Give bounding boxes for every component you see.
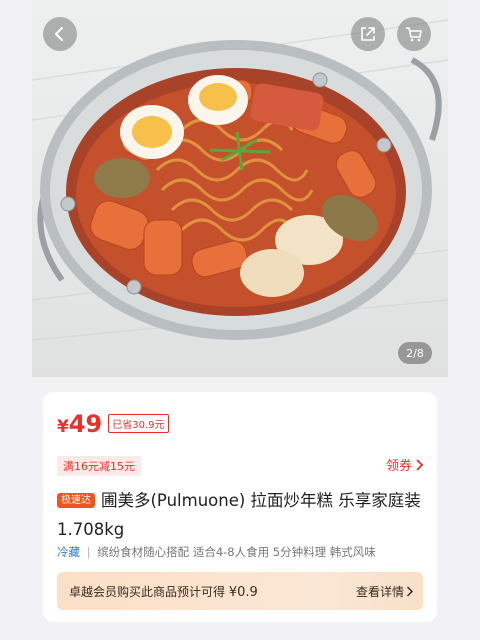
member-details-link[interactable]: 查看详情 <box>356 583 413 600</box>
share-icon <box>361 27 375 41</box>
rabokki-pan-image <box>32 19 448 341</box>
price-value: 49 <box>68 410 103 438</box>
meta-separator: | <box>86 545 91 559</box>
product-title: 极速达 圃美多(Pulmuone) 拉面炒年糕 乐享家庭装 1.708kg <box>57 486 423 544</box>
member-text-label: 卓越会员购买此商品预计可得 <box>69 585 226 599</box>
member-banner[interactable]: 卓越会员购买此商品预计可得 ¥0.9 查看详情 <box>57 572 423 610</box>
features-text: 缤纷食材随心搭配 适合4-8人食用 5分钟料理 韩式风味 <box>97 545 376 559</box>
price-row: ¥ 49 已省30.9元 <box>57 410 169 438</box>
back-button[interactable] <box>43 17 77 51</box>
product-features: 冷藏 | 缤纷食材随心搭配 适合4-8人食用 5分钟料理 韩式风味 <box>57 544 376 560</box>
member-reward-text: 卓越会员购买此商品预计可得 ¥0.9 <box>69 583 258 600</box>
product-title-text: 圃美多(Pulmuone) 拉面炒年糕 乐享家庭装 1.708kg <box>57 491 421 539</box>
product-info-card: ¥ 49 已省30.9元 满16元减15元 领券 极速达 圃美多(Pulmuone… <box>43 392 437 622</box>
claim-coupon-label: 领券 <box>385 459 412 474</box>
product-image[interactable] <box>32 0 448 377</box>
express-tag: 极速达 <box>57 493 95 508</box>
member-details-label: 查看详情 <box>355 585 404 599</box>
member-amount-currency: ¥ <box>228 585 238 600</box>
chevron-right-icon <box>406 586 413 597</box>
storage-label: 冷藏 <box>57 545 80 559</box>
product-page: 2/8 ¥ 49 已省30.9元 满16元减15元 领券 极速达 圃美多(Pulm… <box>0 0 480 640</box>
coupon-badge: 满16元减15元 <box>57 456 141 476</box>
price-currency: ¥ <box>57 417 69 437</box>
cart-icon <box>406 27 422 42</box>
claim-coupon-link[interactable]: 领券 <box>386 455 423 474</box>
image-pager: 2/8 <box>398 342 432 364</box>
saved-badge: 已省30.9元 <box>108 414 169 433</box>
member-amount: 0.9 <box>237 585 258 600</box>
cart-button[interactable] <box>397 17 431 51</box>
chevron-left-icon <box>55 27 63 41</box>
chevron-right-icon <box>416 458 423 471</box>
share-button[interactable] <box>351 17 385 51</box>
